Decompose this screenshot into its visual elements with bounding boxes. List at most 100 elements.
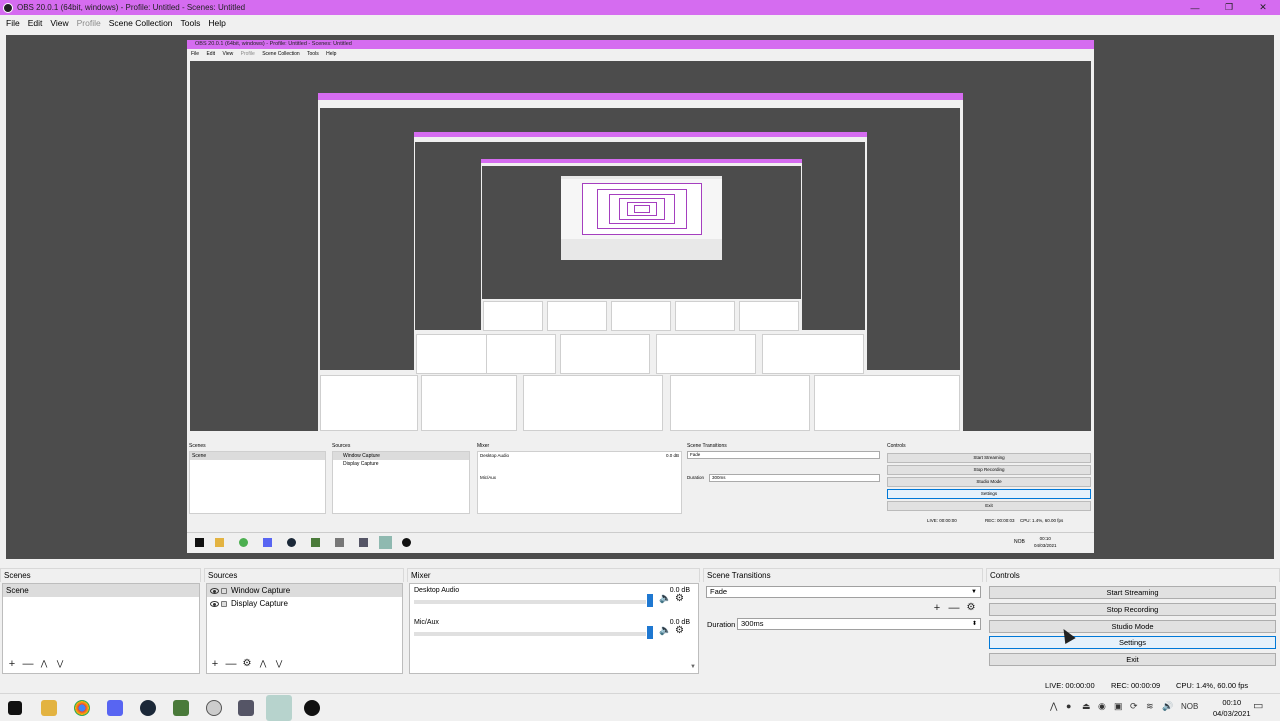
minimize-button[interactable]: —: [1178, 0, 1212, 15]
transition-select[interactable]: Fade ▼: [706, 586, 981, 598]
visibility-eye-icon[interactable]: [210, 587, 219, 594]
volume-slider-handle[interactable]: [647, 594, 653, 607]
move-scene-down-button[interactable]: ⋁: [52, 657, 68, 671]
minecraft-icon[interactable]: [173, 700, 189, 716]
usb-icon[interactable]: ⏏: [1082, 701, 1091, 712]
display-icon[interactable]: ▣: [1114, 701, 1123, 712]
menu-tools[interactable]: Tools: [177, 18, 205, 28]
nested-lang: NOB: [1014, 539, 1025, 545]
gear-icon[interactable]: ⚙: [675, 625, 684, 636]
nested-menu-view: View: [222, 51, 234, 57]
nested-preview-2: [320, 108, 960, 390]
system-clock[interactable]: 00:10 04/03/2021: [1213, 697, 1251, 719]
steam-tray-icon[interactable]: ◉: [1098, 701, 1106, 712]
sources-dock: Sources Window Capture Display Capture +…: [204, 568, 404, 674]
move-scene-up-button[interactable]: ⋀: [36, 657, 52, 671]
nested-dock: [762, 334, 864, 374]
transitions-dock-title: Scene Transitions: [703, 568, 983, 582]
add-transition-button[interactable]: +: [929, 601, 945, 615]
nested-dock: [320, 375, 418, 431]
menu-view[interactable]: View: [46, 18, 72, 28]
start-streaming-button[interactable]: Start Streaming: [989, 586, 1276, 599]
chevron-down-icon: ▼: [971, 589, 977, 595]
sources-toolbar: + — ⚙ ⋀ ⋁: [207, 657, 287, 671]
volume-slider-handle[interactable]: [647, 626, 653, 639]
nested-source-item: Display Capture: [343, 461, 379, 467]
volume-icon[interactable]: 🔊: [1162, 701, 1173, 712]
visibility-eye-icon[interactable]: [210, 600, 219, 607]
move-source-down-button[interactable]: ⋁: [271, 657, 287, 671]
menu-scene-collection[interactable]: Scene Collection: [105, 18, 177, 28]
transition-gear-icon[interactable]: ⚙: [963, 601, 979, 615]
scenes-toolbar: + — ⋀ ⋁: [4, 657, 68, 671]
exit-button[interactable]: Exit: [989, 653, 1276, 666]
remove-source-button[interactable]: —: [223, 657, 239, 671]
duration-spinbox[interactable]: 300ms ⬍: [737, 618, 981, 630]
nested-taskbar: NOB 00:10 04/03/2021: [187, 532, 1094, 553]
remove-transition-button[interactable]: —: [946, 601, 962, 615]
file-explorer-icon[interactable]: [41, 700, 57, 716]
scroll-down-arrow[interactable]: ▼: [690, 664, 696, 670]
add-source-button[interactable]: +: [207, 657, 223, 671]
nested-mixer-title: Mixer: [477, 443, 490, 449]
chrome-icon[interactable]: [74, 700, 90, 716]
speaker-mute-icon[interactable]: 🔈: [659, 593, 671, 604]
add-scene-button[interactable]: +: [4, 657, 20, 671]
volume-meter: 🔈 ⚙: [414, 625, 684, 639]
studio-mode-button[interactable]: Studio Mode: [989, 620, 1276, 633]
obs-taskbar-icon[interactable]: [266, 695, 292, 721]
scene-item[interactable]: Scene: [3, 584, 199, 597]
duration-label: Duration: [707, 620, 736, 629]
app-icon[interactable]: [304, 700, 320, 716]
editor-icon[interactable]: [238, 700, 254, 716]
nested-preview: [190, 61, 1091, 458]
stop-recording-button[interactable]: Stop Recording: [989, 603, 1276, 616]
windows-start-icon[interactable]: [8, 701, 22, 715]
source-label: Display Capture: [231, 599, 288, 608]
close-button[interactable]: ✕: [1246, 0, 1280, 15]
ff-app-icon[interactable]: [206, 700, 222, 716]
spin-arrows-icon[interactable]: ⬍: [972, 619, 977, 629]
nested-app-icon: [335, 538, 344, 547]
nested-transitions-title: Scene Transitions: [687, 443, 727, 449]
source-label: Window Capture: [231, 586, 291, 595]
steam-icon[interactable]: [140, 700, 156, 716]
nested-steam-icon: [287, 538, 296, 547]
menu-help[interactable]: Help: [204, 18, 229, 28]
live-status: LIVE: 00:00:00: [1045, 681, 1095, 690]
nested-menu: File Edit View Profile Scene Collection …: [187, 49, 1094, 59]
microphone-icon[interactable]: ●: [1066, 701, 1071, 711]
discord-icon[interactable]: [107, 700, 123, 716]
wifi-icon[interactable]: ≋: [1146, 701, 1154, 712]
duration-value: 300ms: [741, 619, 764, 628]
show-hidden-icons-chevron-icon[interactable]: ⋀: [1050, 701, 1057, 712]
nested-source-item: Window Capture: [333, 452, 469, 460]
nested-mic-aux: Mic/Aux: [480, 475, 497, 480]
nested-menu-file: File: [191, 51, 200, 57]
lock-icon[interactable]: [221, 587, 227, 594]
notification-icon[interactable]: ▭: [1253, 699, 1263, 712]
nested-minecraft-icon: [311, 538, 320, 547]
menu-file[interactable]: File: [2, 18, 24, 28]
source-properties-gear-icon[interactable]: ⚙: [239, 657, 255, 671]
move-source-up-button[interactable]: ⋀: [255, 657, 271, 671]
nested-dock: [523, 375, 663, 431]
volume-meter: 🔈 ⚙: [414, 593, 684, 607]
remove-scene-button[interactable]: —: [20, 657, 36, 671]
speaker-mute-icon[interactable]: 🔈: [659, 625, 671, 636]
maximize-button[interactable]: ❐: [1212, 0, 1246, 15]
gear-icon[interactable]: ⚙: [675, 593, 684, 604]
preview-canvas[interactable]: OBS 20.0.1 (64bit, windows) - Profile: U…: [6, 35, 1274, 559]
language-indicator[interactable]: NOB: [1181, 702, 1198, 711]
nested-menu-edit: Edit: [206, 51, 216, 57]
source-item[interactable]: Window Capture: [207, 584, 402, 597]
source-item[interactable]: Display Capture: [207, 597, 402, 610]
nested-menu-help: Help: [326, 51, 337, 57]
nested-dock: [656, 334, 756, 374]
settings-button[interactable]: Settings: [989, 636, 1276, 649]
lock-icon[interactable]: [221, 600, 227, 607]
menu-profile[interactable]: Profile: [73, 18, 105, 28]
sync-icon[interactable]: ⟳: [1130, 701, 1138, 712]
nested-app-icon: [402, 538, 411, 547]
menu-edit[interactable]: Edit: [24, 18, 47, 28]
